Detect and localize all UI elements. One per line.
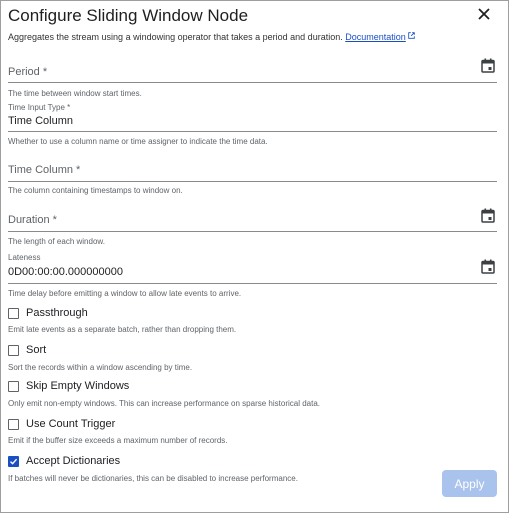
- calendar-icon[interactable]: [481, 259, 495, 274]
- skip-empty-windows-label[interactable]: Skip Empty Windows: [26, 380, 129, 392]
- external-link-icon: [408, 32, 415, 39]
- skip-empty-windows-checkbox[interactable]: [8, 381, 19, 392]
- accept-dictionaries-checkbox[interactable]: [8, 456, 19, 467]
- time-column-helper: The column containing timestamps to wind…: [8, 186, 183, 195]
- time-input-type-value: Time Column: [8, 115, 73, 127]
- passthrough-checkbox[interactable]: [8, 308, 19, 319]
- passthrough-helper: Emit late events as a separate batch, ra…: [8, 325, 237, 334]
- apply-button[interactable]: Apply: [442, 470, 497, 497]
- close-icon[interactable]: [475, 5, 493, 23]
- lateness-underline: [8, 283, 497, 284]
- skip-empty-windows-helper: Only emit non-empty windows. This can in…: [8, 399, 320, 408]
- lateness-helper: Time delay before emitting a window to a…: [8, 289, 242, 298]
- time-input-type-underline: [8, 131, 497, 132]
- calendar-icon[interactable]: [481, 58, 495, 73]
- passthrough-label[interactable]: Passthrough: [26, 307, 88, 319]
- dialog-subtitle: Aggregates the stream using a windowing …: [8, 32, 415, 42]
- accept-dictionaries-label[interactable]: Accept Dictionaries: [26, 455, 120, 467]
- documentation-link[interactable]: Documentation: [345, 32, 406, 42]
- duration-helper: The length of each window.: [8, 237, 105, 246]
- time-column-underline: [8, 181, 497, 182]
- period-field[interactable]: Period *: [8, 57, 497, 84]
- duration-underline: [8, 231, 497, 232]
- time-column-field[interactable]: Time Column *: [8, 156, 497, 183]
- period-underline: [8, 82, 497, 83]
- accept-dictionaries-helper: If batches will never be dictionaries, t…: [8, 474, 298, 483]
- period-helper: The time between window start times.: [8, 89, 142, 98]
- duration-label: Duration *: [8, 214, 57, 226]
- calendar-icon[interactable]: [481, 208, 495, 223]
- use-count-trigger-helper: Emit if the buffer size exceeds a maximu…: [8, 436, 228, 445]
- time-input-type-helper: Whether to use a column name or time ass…: [8, 137, 268, 146]
- time-input-type-select[interactable]: Time Input Type * Time Column: [8, 102, 497, 132]
- subtitle-text: Aggregates the stream using a windowing …: [8, 32, 343, 42]
- checkmark-icon: [10, 458, 18, 465]
- lateness-label: Lateness: [8, 253, 41, 262]
- sort-label[interactable]: Sort: [26, 344, 46, 356]
- lateness-value: 0D00:00:00.000000000: [8, 266, 123, 278]
- duration-field[interactable]: Duration *: [8, 206, 497, 233]
- lateness-field[interactable]: Lateness 0D00:00:00.000000000: [8, 253, 497, 285]
- time-column-label: Time Column *: [8, 164, 81, 176]
- configure-dialog: Configure Sliding Window Node Aggregates…: [0, 0, 509, 513]
- dialog-title: Configure Sliding Window Node: [8, 6, 249, 25]
- use-count-trigger-label[interactable]: Use Count Trigger: [26, 418, 115, 430]
- sort-helper: Sort the records within a window ascendi…: [8, 363, 193, 372]
- period-label: Period *: [8, 66, 48, 78]
- sort-checkbox[interactable]: [8, 345, 19, 356]
- time-input-type-label: Time Input Type *: [8, 103, 71, 112]
- use-count-trigger-checkbox[interactable]: [8, 419, 19, 430]
